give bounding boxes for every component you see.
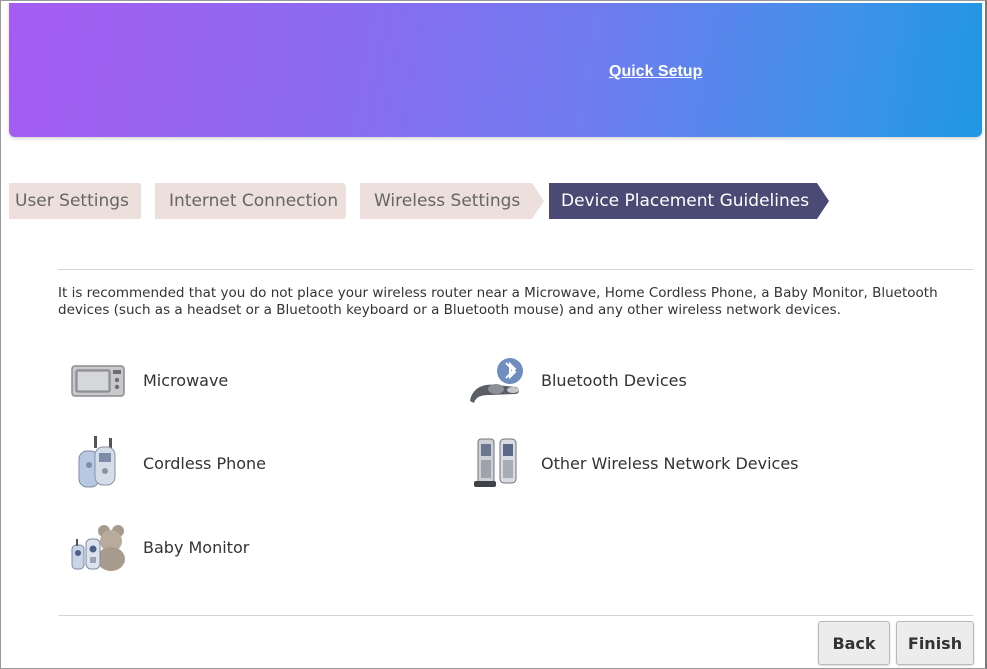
baby-monitor-icon xyxy=(68,522,128,572)
step-wireless-settings[interactable]: Wireless Settings xyxy=(346,183,544,219)
device-label: Other Wireless Network Devices xyxy=(541,453,799,473)
device-label: Cordless Phone xyxy=(143,453,267,473)
device-cordless-phone: Cordless Phone xyxy=(68,436,267,488)
step-label: Wireless Settings xyxy=(374,191,521,211)
microwave-icon xyxy=(68,355,128,405)
mobile-phones-icon xyxy=(466,438,526,488)
step-label: Device Placement Guidelines xyxy=(561,191,810,211)
finish-button[interactable]: Finish xyxy=(896,621,974,665)
device-baby-monitor: Baby Monitor xyxy=(68,522,249,572)
bluetooth-headset-icon xyxy=(466,355,526,405)
device-bluetooth: Bluetooth Devices xyxy=(466,355,687,405)
device-label: Microwave xyxy=(143,370,229,390)
step-user-settings[interactable]: User Settings xyxy=(9,183,152,219)
step-label: Internet Connection xyxy=(169,191,339,211)
top-divider xyxy=(58,269,973,270)
cordless-phone-icon xyxy=(68,436,128,488)
step-label: User Settings xyxy=(15,191,129,211)
device-label: Baby Monitor xyxy=(143,537,250,557)
setup-window: Quick Setup User Settings Internet Conne… xyxy=(0,0,987,669)
device-other-wireless: Other Wireless Network Devices xyxy=(466,438,799,488)
header-banner: Quick Setup xyxy=(9,3,982,137)
back-button[interactable]: Back xyxy=(818,621,890,665)
wizard-steps: User Settings Internet Connection Wirele… xyxy=(9,183,839,219)
device-label: Bluetooth Devices xyxy=(541,370,687,390)
quick-setup-link[interactable]: Quick Setup xyxy=(609,63,702,81)
bottom-divider xyxy=(58,615,973,616)
step-internet-connection[interactable]: Internet Connection xyxy=(141,183,356,219)
step-device-placement[interactable]: Device Placement Guidelines xyxy=(549,183,829,219)
device-microwave: Microwave xyxy=(68,355,228,405)
placement-guideline-text: It is recommended that you do not place … xyxy=(58,285,938,318)
